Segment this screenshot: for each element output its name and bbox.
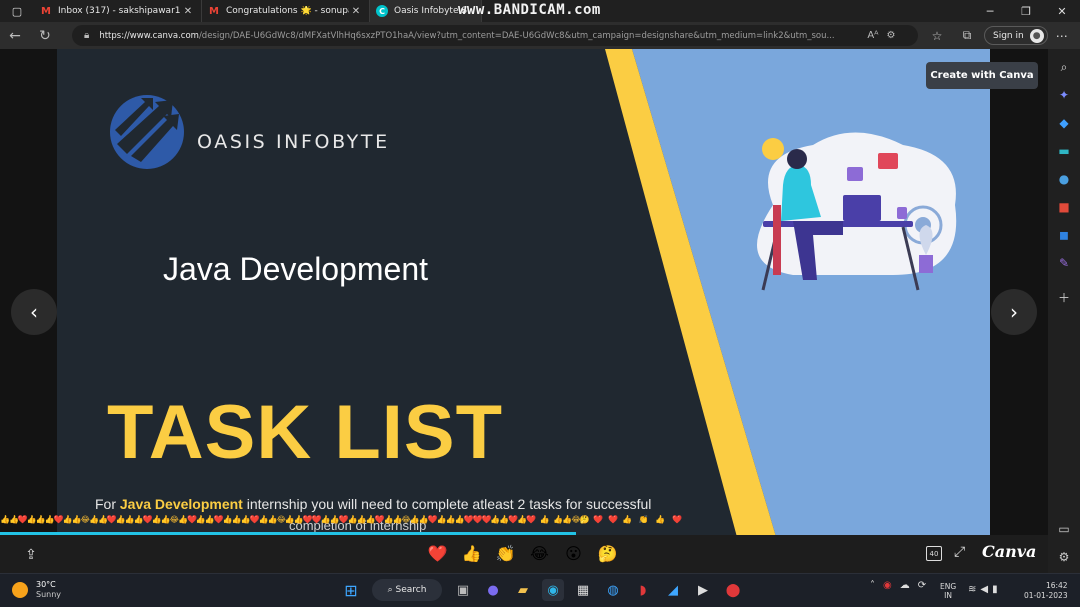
url-field[interactable]: 🔒︎ https://www.canva.com/design/DAE-U6Gd… (72, 25, 918, 46)
gmail-icon: M (41, 5, 51, 17)
taskbar-search-button[interactable]: ⌕ Search (372, 579, 442, 601)
system-tray: ˄ ◉ ☁ ⟳ (866, 580, 930, 591)
media-player-icon[interactable]: ▶ (692, 579, 714, 601)
woman-at-desk-illustration (757, 132, 957, 291)
fullscreen-icon[interactable]: ⤢ (954, 544, 965, 560)
sun-icon (12, 582, 28, 598)
tab-strip: ▢ M Inbox (317) - sakshipawar1199@ ✕ M C… (0, 0, 1080, 22)
heart-reaction-button[interactable]: ❤️ (426, 542, 449, 565)
presentation-viewer: OASIS INFOBYTE Java Development TASK LIS… (0, 49, 1048, 574)
reaction-bar: ❤️ 👍 👏 😂 😮 🤔 (426, 542, 619, 565)
slide-subject: Java Development (163, 251, 429, 287)
tab-gmail-inbox[interactable]: M Inbox (317) - sakshipawar1199@ ✕ (34, 0, 202, 22)
mcafee-icon[interactable]: ◗ (632, 579, 654, 601)
search-label: Search (395, 585, 427, 595)
search-icon[interactable]: ⌕ (1054, 57, 1074, 77)
clock-time: 16:42 (1045, 581, 1068, 590)
microsoft-store-icon[interactable]: ▦ (572, 579, 594, 601)
minimize-icon[interactable]: ─ (972, 0, 1008, 22)
avatar: ● (1029, 28, 1044, 43)
file-explorer-icon[interactable]: ▰ (512, 579, 534, 601)
windows-taskbar: 30°C Sunny ⊞ ⌕ Search ▣ ● ▰ ◉ ▦ ◍ ◗ ◢ ▶ … (0, 573, 1080, 607)
chevron-left-icon: ‹ (30, 300, 38, 324)
tools-icon[interactable]: ▬ (1054, 141, 1074, 161)
window-controls: ─ ❐ ✕ (972, 0, 1080, 22)
shopping-tag-icon[interactable]: ◆ (1054, 113, 1074, 133)
search-icon: ⌕ (387, 585, 396, 595)
settings-gear-icon[interactable]: ⚙ (1054, 547, 1074, 567)
back-icon[interactable]: ← (0, 22, 30, 49)
browser-toolbar: ☆ ⧉ Sign in ● ⋯ (922, 22, 1076, 49)
chevron-right-icon: › (1010, 300, 1018, 324)
people-icon[interactable]: ● (1054, 169, 1074, 189)
tracking-prevention-icon[interactable]: ⚙ (886, 30, 895, 41)
oasis-infobyte-logo (110, 95, 184, 169)
tab-title: Inbox (317) - sakshipawar1199@ (58, 6, 181, 16)
canva-logo[interactable]: Canva (982, 542, 1036, 561)
lock-icon[interactable]: 🔒︎ (84, 30, 89, 41)
vscode-icon[interactable]: ◢ (662, 579, 684, 601)
next-slide-button[interactable]: › (991, 289, 1037, 335)
thumbs-up-reaction-button[interactable]: 👍 (460, 542, 483, 565)
tab-actions-button[interactable]: ▢ (0, 0, 34, 22)
language-indicator[interactable]: ENG IN (940, 582, 956, 600)
page-count-badge[interactable]: 40 (926, 546, 942, 561)
windows-start-icon[interactable]: ⊞ (340, 579, 362, 601)
sign-in-button[interactable]: Sign in ● (984, 26, 1048, 45)
collections-icon[interactable]: ⧉ (952, 28, 982, 43)
sync-icon[interactable]: ⟳ (918, 580, 926, 591)
address-bar: ← ↻ 🔒︎ https://www.canva.com/design/DAE-… (0, 22, 1080, 49)
url-text: https://www.canva.com/design/DAE-U6GdWc8… (99, 30, 835, 41)
previous-slide-button[interactable]: ‹ (11, 289, 57, 335)
edge-sidebar: ⌕ ✦ ◆ ▬ ● ■ ◼ ✎ ＋ ▭ ⚙ (1048, 49, 1080, 573)
clock-date: 01-01-2023 (1024, 591, 1068, 600)
thinking-reaction-button[interactable]: 🤔 (596, 542, 619, 565)
close-icon[interactable]: ✕ (349, 6, 363, 17)
system-clock[interactable]: 16:42 01-01-2023 (1024, 581, 1068, 601)
gmail-icon: M (209, 5, 219, 17)
weather-widget[interactable]: 30°C Sunny (12, 580, 61, 600)
copilot-icon[interactable]: ✦ (1054, 85, 1074, 105)
share-icon[interactable]: ⇪ (20, 544, 42, 566)
weather-condition: Sunny (36, 590, 62, 599)
chrome-icon[interactable]: ◍ (602, 579, 624, 601)
presentation-controls: ⇪ ❤️ 👍 👏 😂 😮 🤔 40 ⤢ Canva (0, 535, 1048, 573)
outlook-icon[interactable]: ◼ (1054, 225, 1074, 245)
slide: OASIS INFOBYTE Java Development TASK LIS… (57, 49, 990, 574)
slide-description: For Java Development internship you will… (95, 496, 652, 512)
restore-icon[interactable]: ❐ (1008, 0, 1044, 22)
teams-chat-icon[interactable]: ● (482, 579, 504, 601)
tab-title: Congratulations 🌟 - sonupawar (226, 6, 349, 16)
network-volume-battery-icons[interactable]: ≋◀▮ (968, 584, 1002, 595)
favorites-icon[interactable]: ☆ (922, 29, 952, 43)
close-window-icon[interactable]: ✕ (1044, 0, 1080, 22)
cloud-icon[interactable]: ☁ (900, 580, 910, 591)
office-icon[interactable]: ■ (1054, 197, 1074, 217)
create-with-canva-button[interactable]: Create with Canva (926, 62, 1038, 89)
canva-icon: C (376, 5, 388, 17)
brand-name: OASIS INFOBYTE (197, 131, 390, 153)
sign-in-label: Sign in (993, 30, 1024, 41)
reaction-flood: 👍👍❤️👍👍👍❤️👍👍😂👍👍❤️👍👍👍❤️👍👍😂👍❤️👍👍❤️👍👍👍❤️👍👍😂👍… (0, 515, 682, 524)
edge-browser-icon[interactable]: ◉ (542, 579, 564, 601)
bandicam-watermark: www.BANDICAM.com (458, 2, 601, 18)
chevron-up-icon[interactable]: ˄ (870, 580, 875, 591)
taskbar-apps: ⊞ ⌕ Search ▣ ● ▰ ◉ ▦ ◍ ◗ ◢ ▶ ⬤ (336, 579, 748, 601)
close-icon[interactable]: ✕ (181, 6, 195, 17)
surprised-reaction-button[interactable]: 😮 (562, 542, 585, 565)
bandicam-record-icon[interactable]: ⬤ (722, 579, 744, 601)
clap-reaction-button[interactable]: 👏 (494, 542, 517, 565)
refresh-icon[interactable]: ↻ (30, 22, 60, 49)
record-icon[interactable]: ◉ (883, 580, 892, 591)
designer-icon[interactable]: ✎ (1054, 253, 1074, 273)
temperature: 30°C (36, 580, 56, 589)
more-options-icon[interactable]: ⋯ (1048, 29, 1076, 43)
task-view-icon[interactable]: ▣ (452, 579, 474, 601)
tab-gmail-congratulations[interactable]: M Congratulations 🌟 - sonupawar ✕ (202, 0, 370, 22)
add-icon[interactable]: ＋ (1054, 287, 1074, 307)
slide-headline: TASK LIST (107, 390, 504, 475)
split-screen-icon[interactable]: ▭ (1054, 519, 1074, 539)
read-aloud-icon[interactable]: Aᴬ (867, 30, 878, 41)
laugh-reaction-button[interactable]: 😂 (528, 542, 551, 565)
